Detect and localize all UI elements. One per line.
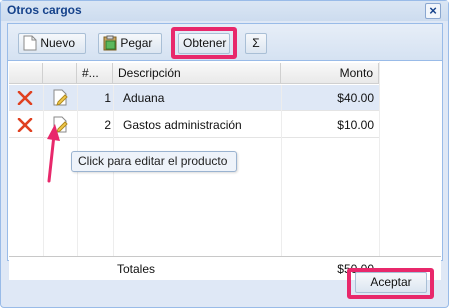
edit-tooltip: Click para editar el producto [71,151,237,172]
paste-clipboard-icon [103,35,117,51]
header-description[interactable]: Descripción [113,63,281,84]
sum-icon: Σ [252,36,260,50]
pointer-arrow-icon [47,124,60,183]
row-amount: $10.00 [337,118,374,132]
column-divider [379,62,380,256]
dialog-window: Otros cargos × Nuevo Pegar Obtener Σ #..… [0,0,449,308]
header-delete-col [9,63,43,84]
close-button[interactable]: × [425,3,441,19]
edit-icon[interactable] [52,89,68,106]
table-header: #... Descripción Monto [9,63,379,84]
column-divider [281,85,282,256]
totals-label: Totales [117,262,156,276]
paste-button[interactable]: Pegar [98,33,162,54]
row-number: 1 [104,91,111,105]
highlight-fetch-button [171,27,237,59]
row-description: Aduana [123,91,165,105]
header-edit-col [43,63,77,84]
header-number[interactable]: #... [77,63,113,84]
header-amount[interactable]: Monto [281,63,379,84]
new-button[interactable]: Nuevo [18,33,86,54]
highlight-accept-button [347,268,434,299]
new-button-label: Nuevo [40,36,76,50]
table-row[interactable]: 1 Aduana $40.00 [9,85,379,111]
row-amount: $40.00 [337,91,374,105]
table-row[interactable]: 2 Gastos administración $10.00 [9,112,379,138]
row-number: 2 [104,118,111,132]
title-bar[interactable]: Otros cargos × [1,1,448,21]
row-description: Gastos administración [123,118,242,132]
delete-icon[interactable] [17,91,33,105]
new-document-icon [23,35,37,51]
paste-button-label: Pegar [120,36,153,50]
window-title: Otros cargos [7,3,82,17]
delete-icon[interactable] [17,118,33,132]
sum-button[interactable]: Σ [245,33,267,54]
